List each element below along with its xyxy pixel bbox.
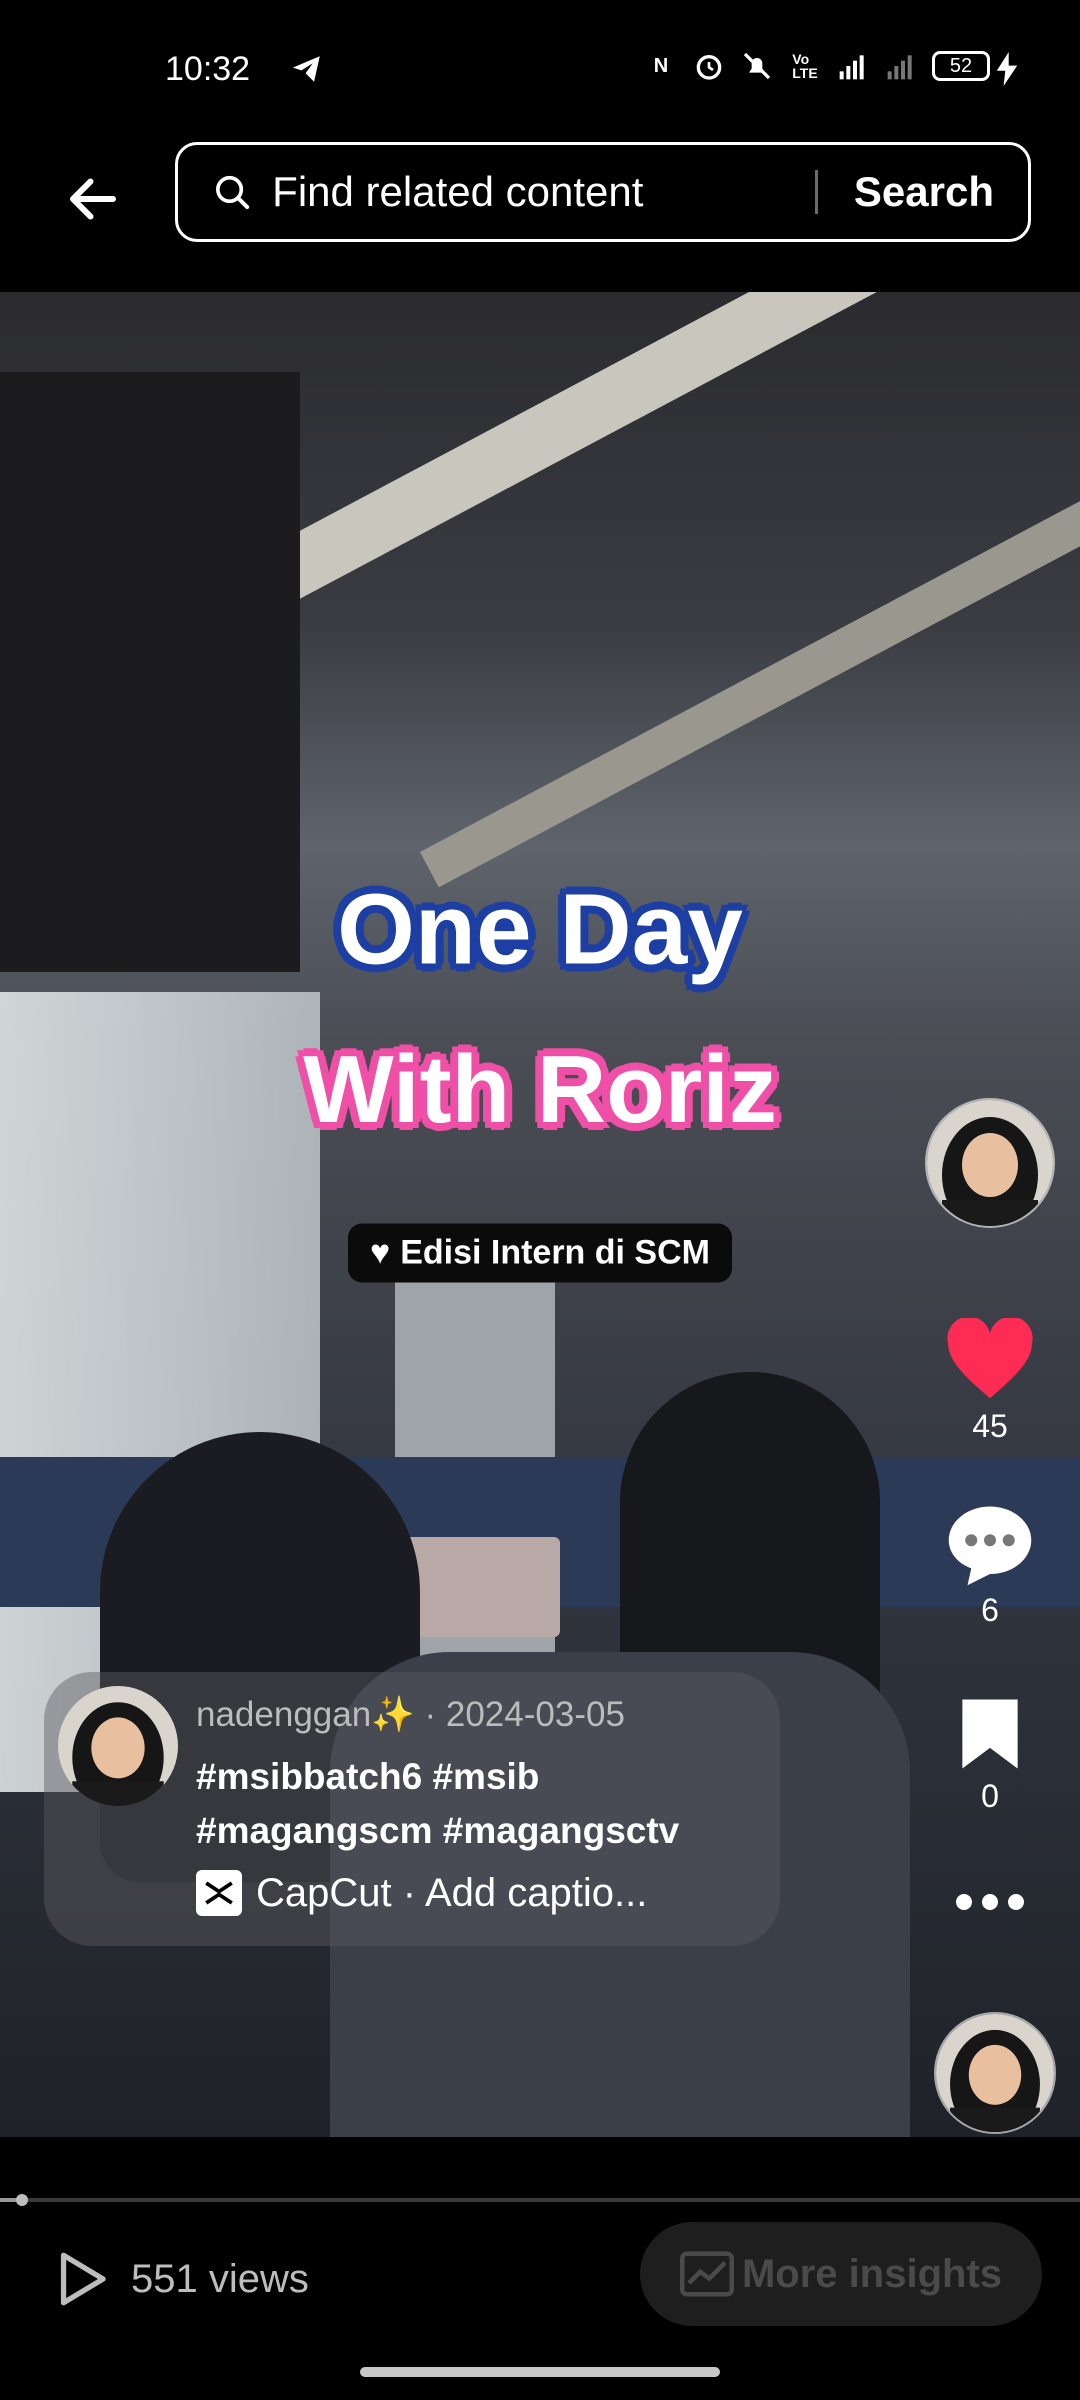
views-counter: 551 views — [55, 2250, 309, 2308]
more-insights-label: More insights — [741, 2251, 1003, 2296]
comment-count: 6 — [981, 1592, 999, 1628]
laptop — [405, 1537, 560, 1637]
search-bar[interactable]: Search — [175, 142, 1031, 242]
comment-icon — [948, 1506, 1032, 1586]
status-icons: N Vo LTE 52 — [644, 48, 990, 84]
comment-button[interactable]: 6 — [930, 1502, 1050, 1629]
playback-progress-knob[interactable] — [15, 2194, 28, 2206]
overlay-title-line1: One Day — [337, 873, 743, 986]
alarm-icon — [692, 48, 726, 84]
caption-username-date[interactable]: nadenggan✨ · 2024-03-05 — [196, 1694, 625, 1735]
save-button[interactable]: 0 — [930, 1696, 1050, 1815]
signal-icon — [884, 48, 918, 84]
search-input[interactable] — [270, 167, 816, 217]
search-icon — [216, 175, 250, 210]
avatar-image — [936, 2014, 1054, 2132]
more-insights-button[interactable]: More insights — [640, 2222, 1042, 2326]
heart-icon — [947, 1318, 1033, 1399]
caption-avatar[interactable] — [58, 1686, 178, 1806]
caption-card[interactable]: nadenggan✨ · 2024-03-05 #msibbatch6 #msi… — [44, 1672, 780, 1946]
bottom-bar: 551 views More insights — [0, 2222, 1080, 2332]
more-options-button[interactable] — [930, 1890, 1050, 1914]
battery-icon: 52 — [932, 51, 990, 81]
ceiling-beam — [260, 292, 1080, 605]
overlay-tag-text: Edisi Intern di SCM — [400, 1233, 710, 1272]
more-dots-icon — [956, 1894, 1024, 1910]
capcut-icon — [196, 1870, 242, 1916]
avatar-image — [927, 1100, 1053, 1226]
status-time: 10:32 — [165, 50, 251, 88]
caption-text: #msibbatch6 #msib #magangscm #magangsctv — [196, 1750, 679, 1858]
ceiling-beam — [420, 476, 1080, 888]
heart-icon: ♥ — [370, 1233, 391, 1272]
like-button[interactable]: 45 — [930, 1318, 1050, 1445]
ceiling-duct — [0, 372, 300, 972]
back-button[interactable] — [58, 164, 128, 234]
like-count: 45 — [972, 1408, 1008, 1444]
search-button[interactable]: Search — [818, 168, 1028, 216]
search-header: Search — [0, 140, 1080, 290]
views-label: 551 views — [131, 2256, 309, 2301]
chart-icon — [679, 2251, 734, 2297]
status-bar: 10:32 N Vo LTE 52 — [0, 0, 1080, 140]
caption-hashtags-line1[interactable]: #msibbatch6 #msib — [196, 1750, 679, 1804]
bell-off-icon — [740, 48, 774, 84]
play-icon — [60, 2252, 106, 2306]
save-count: 0 — [981, 1778, 999, 1814]
overlay-tag: ♥ Edisi Intern di SCM — [348, 1223, 732, 1283]
volte-icon: Vo LTE — [792, 51, 818, 81]
capcut-anchor[interactable]: CapCut · Add captio... — [196, 1870, 647, 1916]
bookmark-icon — [962, 1699, 1018, 1769]
caption-hashtags-line2[interactable]: #magangscm #magangsctv — [196, 1804, 679, 1858]
overlay-title-line2: With Roriz — [303, 1036, 777, 1143]
telegram-icon — [292, 56, 320, 82]
avatar-image — [58, 1686, 178, 1806]
home-indicator[interactable] — [360, 2367, 720, 2377]
sound-disc-avatar[interactable] — [934, 2012, 1056, 2134]
capcut-label: CapCut · Add captio... — [256, 1870, 648, 1915]
arrow-left-icon — [70, 178, 116, 220]
playback-progress-bar[interactable] — [0, 2194, 1080, 2206]
creator-avatar[interactable] — [925, 1098, 1055, 1228]
4g-signal-icon — [836, 48, 870, 84]
nfc-icon: N — [653, 54, 669, 77]
charging-icon — [996, 52, 1018, 86]
